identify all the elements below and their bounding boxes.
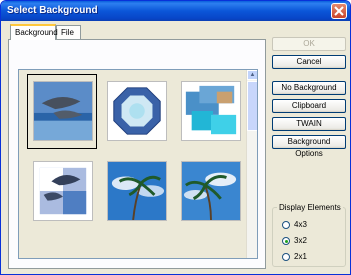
radio-2x1-control[interactable]	[282, 252, 290, 261]
ok-button[interactable]: OK	[272, 37, 346, 51]
twain-button[interactable]: TWAIN	[272, 117, 346, 131]
close-icon	[334, 6, 344, 16]
palm-trees-2-image	[181, 161, 241, 221]
radio-3x2-control[interactable]	[282, 236, 290, 245]
radio-4x3-label: 4x3	[294, 220, 307, 229]
display-elements-group: Display Elements 4x3 3x2 2x1	[272, 203, 346, 267]
thumbnail-palm-trees-2[interactable]	[175, 154, 245, 229]
dolphin-collage-image	[33, 161, 93, 221]
radio-4x3-control[interactable]	[282, 220, 290, 229]
background-gallery: ▲	[18, 69, 258, 259]
dolphins-ocean-image	[33, 81, 93, 141]
scroll-thumb[interactable]	[247, 81, 257, 131]
radio-4x3[interactable]: 4x3	[282, 220, 307, 230]
cancel-button[interactable]: Cancel	[272, 55, 346, 69]
radio-3x2-label: 3x2	[294, 236, 307, 245]
title-bar[interactable]: Select Background	[1, 1, 350, 21]
background-options-button[interactable]: Background Options	[272, 135, 346, 158]
background-tab-panel: ▲	[8, 39, 266, 269]
tab-file[interactable]: File	[56, 25, 81, 39]
thumbnail-dolphins-ocean[interactable]	[27, 74, 97, 149]
window-title: Select Background	[7, 5, 98, 16]
clipboard-button[interactable]: Clipboard	[272, 99, 346, 113]
no-background-button[interactable]: No Background	[272, 81, 346, 95]
radio-2x1-label: 2x1	[294, 252, 307, 261]
thumbnail-octagon-pattern[interactable]	[101, 74, 171, 149]
select-background-dialog: Select Background Background File ▲ OK C…	[0, 0, 351, 275]
thumbnail-tiled-sea[interactable]	[175, 74, 245, 149]
tiled-sea-image	[181, 81, 241, 141]
display-elements-legend: Display Elements	[277, 203, 343, 212]
octagon-pattern-image	[107, 81, 167, 141]
radio-2x1[interactable]: 2x1	[282, 252, 307, 262]
gallery-scrollbar[interactable]: ▲	[246, 70, 257, 258]
scroll-up-button[interactable]: ▲	[247, 70, 257, 80]
radio-3x2[interactable]: 3x2	[282, 236, 307, 246]
palm-trees-1-image	[107, 161, 167, 221]
close-button[interactable]	[331, 3, 347, 19]
thumbnail-palm-trees-1[interactable]	[101, 154, 171, 229]
thumbnail-dolphin-collage[interactable]	[27, 154, 97, 229]
tab-background[interactable]: Background	[10, 24, 58, 40]
